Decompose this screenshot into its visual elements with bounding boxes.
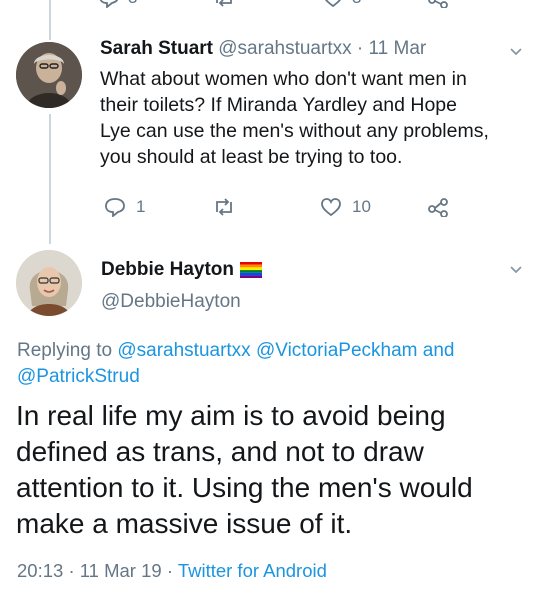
reply-icon bbox=[105, 198, 125, 217]
mention-link[interactable]: @VictoriaPeckham bbox=[256, 340, 418, 361]
chevron-down-icon[interactable] bbox=[508, 262, 524, 278]
retweet-button[interactable] bbox=[212, 197, 236, 217]
prev-retweet-button[interactable] bbox=[212, 0, 236, 8]
display-name-row: Debbie Hayton bbox=[101, 259, 263, 281]
prev-like-button[interactable]: 3 bbox=[322, 0, 361, 8]
avatar[interactable] bbox=[16, 42, 82, 108]
user-photo-icon bbox=[16, 250, 82, 316]
tweet-text-line: their toilets? If Miranda Yardley and Ho… bbox=[100, 94, 457, 116]
share-button[interactable] bbox=[428, 197, 450, 217]
tweet-date[interactable]: 11 Mar bbox=[369, 38, 427, 59]
tweet-text-line: you should at least be trying to too. bbox=[100, 146, 403, 168]
tweet-text-line: In real life my aim is to avoid being bbox=[16, 400, 446, 431]
mention-link[interactable]: @sarahstuartxx bbox=[117, 340, 250, 361]
prev-like-count: 3 bbox=[352, 0, 361, 8]
tweet-header: Sarah Stuart @sarahstuartxx · 11 Mar bbox=[100, 38, 426, 60]
replying-to-label: Replying to bbox=[17, 340, 113, 361]
tweet-text-line: defined as trans, and not to draw bbox=[16, 436, 424, 467]
replying-to: Replying to @sarahstuartxx @VictoriaPeck… bbox=[17, 338, 517, 390]
user-handle[interactable]: @DebbieHayton bbox=[101, 291, 241, 313]
heart-icon bbox=[324, 0, 342, 8]
user-handle[interactable]: @sarahstuartxx bbox=[218, 38, 351, 59]
rainbow-flag-icon bbox=[240, 262, 263, 278]
prev-share-button[interactable] bbox=[428, 0, 450, 8]
reply-button[interactable]: 1 bbox=[104, 197, 145, 217]
reply-icon bbox=[99, 0, 119, 8]
reply-count: 1 bbox=[136, 197, 146, 216]
share-icon bbox=[428, 0, 448, 8]
like-count: 10 bbox=[352, 197, 371, 216]
thread-line-top bbox=[49, 0, 51, 40]
separator-dot: · bbox=[356, 38, 364, 59]
tweet-text: What about women who don't want men in t… bbox=[100, 66, 489, 170]
tweet-meta: 20:13 · 11 Mar 19 · Twitter for Android bbox=[17, 560, 327, 582]
mention-link[interactable]: @PatrickStrud bbox=[17, 366, 140, 387]
tweet-text-line: Lye can use the men's without any proble… bbox=[100, 120, 489, 142]
retweet-icon bbox=[216, 0, 232, 7]
display-name[interactable]: Sarah Stuart bbox=[100, 38, 213, 59]
separator-dot: · bbox=[68, 560, 75, 581]
tweet-text-line: make a massive issue of it. bbox=[16, 508, 353, 539]
chevron-down-icon[interactable] bbox=[508, 44, 524, 60]
tweet-time[interactable]: 20:13 bbox=[17, 560, 63, 581]
tweet-text: In real life my aim is to avoid being de… bbox=[16, 398, 473, 542]
share-icon bbox=[428, 198, 448, 217]
prev-reply-button[interactable]: 3 bbox=[98, 0, 137, 8]
tweet-text-line: attention to it. Using the men's would bbox=[16, 472, 473, 503]
retweet-icon bbox=[216, 198, 232, 216]
tweet-text-line: What about women who don't want men in bbox=[100, 68, 467, 90]
like-button[interactable]: 10 bbox=[320, 197, 371, 217]
thread-line-middle bbox=[49, 114, 51, 244]
tweet-source-link[interactable]: Twitter for Android bbox=[178, 560, 327, 581]
tweet-date[interactable]: 11 Mar 19 bbox=[80, 560, 162, 581]
prev-reply-count: 3 bbox=[128, 0, 137, 8]
separator-dot: · bbox=[166, 560, 173, 581]
user-photo-icon bbox=[16, 42, 82, 108]
heart-icon bbox=[321, 198, 341, 217]
avatar[interactable] bbox=[16, 250, 82, 316]
display-name[interactable]: Debbie Hayton bbox=[101, 259, 234, 281]
mention-conjunction: and bbox=[422, 340, 455, 361]
